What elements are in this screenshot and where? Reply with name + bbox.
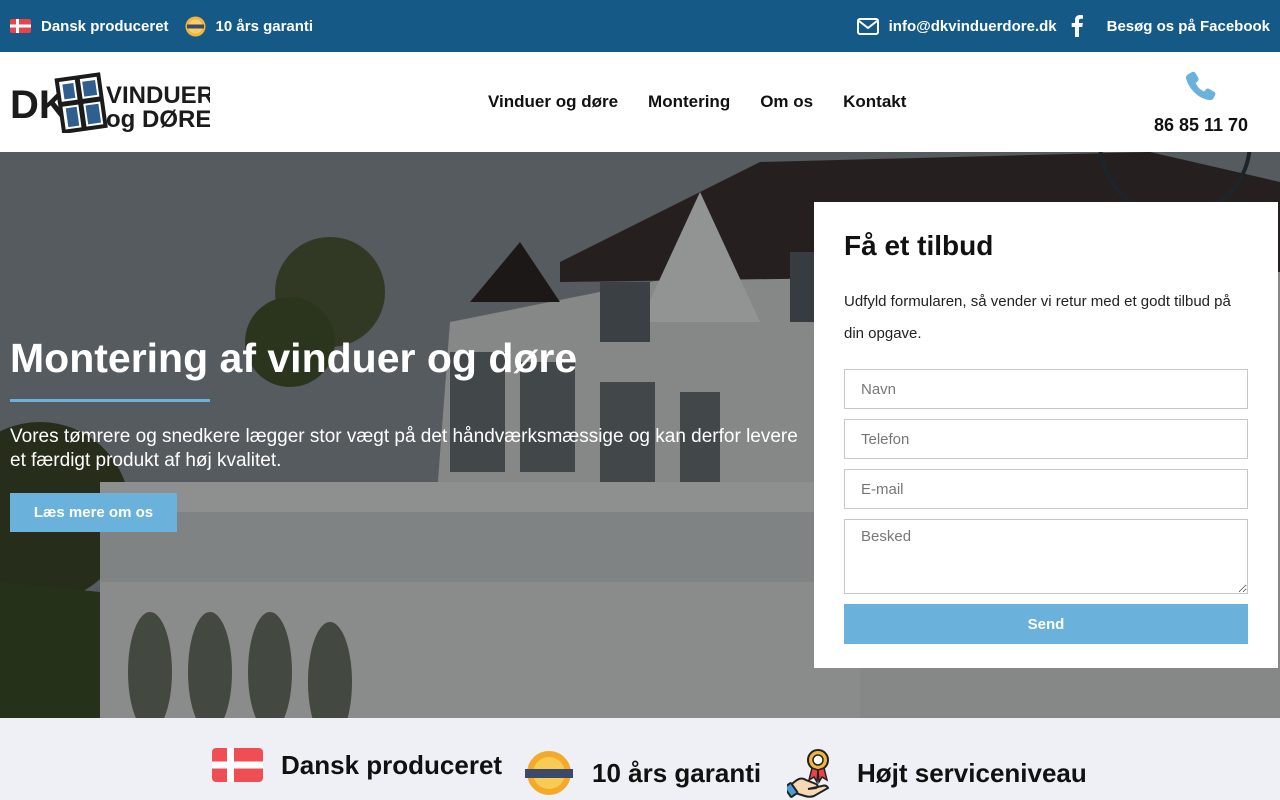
guarantee-badge-icon [525, 751, 573, 795]
about-us-button[interactable]: Læs mere om os [10, 493, 177, 532]
name-input[interactable] [844, 369, 1248, 409]
header-phone-number[interactable]: 86 85 11 70 [1150, 115, 1252, 136]
phone-input[interactable] [844, 419, 1248, 459]
hero-title: Montering af vinduer og døre [10, 335, 578, 381]
feature-danish-label: Dansk produceret [281, 749, 503, 780]
envelope-icon [856, 17, 879, 35]
feature-danish: Dansk produceret [212, 748, 502, 782]
feature-service: Højt serviceniveau [787, 748, 1087, 798]
guarantee-badge-icon [185, 16, 206, 36]
hero-section: Montering af vinduer og døre Vores tømre… [0, 152, 1280, 718]
quote-form-card: Få et tilbud Udfyld formularen, så vende… [814, 202, 1278, 668]
email-input[interactable] [844, 469, 1248, 509]
phone-icon [1185, 71, 1216, 101]
nav-item-kontakt[interactable]: Kontakt [843, 92, 906, 112]
topbar-danish-label: Dansk produceret [41, 17, 169, 35]
feature-warranty: 10 års garanti [524, 750, 761, 796]
top-bar-right: info@dkvinduerdore.dk Besøg os på Facebo… [845, 15, 1270, 37]
message-input[interactable] [844, 519, 1248, 594]
quote-form-description: Udfyld formularen, så vender vi retur me… [844, 293, 1231, 342]
topbar-email[interactable]: info@dkvinduerdore.dk [889, 18, 1057, 35]
header-phone[interactable]: 86 85 11 70 [1150, 70, 1252, 136]
feature-warranty-label: 10 års garanti [592, 757, 762, 788]
logo-dore-text: og DØRE [106, 106, 210, 133]
top-bar-left: Dansk produceret 10 års garanti [10, 16, 313, 37]
hero-divider [10, 399, 210, 402]
main-nav: Vinduer og døre Montering Om os Kontakt [488, 92, 906, 112]
site-logo[interactable]: DK VINDUER og DØRE [10, 71, 214, 135]
nav-item-montering[interactable]: Montering [648, 92, 730, 112]
topbar-danish: Dansk produceret [10, 18, 169, 35]
topbar-warranty: 10 års garanti [185, 16, 314, 37]
hero-description: Vores tømrere og snedkere lægger stor væ… [10, 426, 798, 471]
danish-flag-icon [212, 748, 263, 782]
nav-item-om-os[interactable]: Om os [760, 92, 813, 112]
logo-vinduer-text: VINDUER [106, 82, 210, 109]
topbar-facebook-label[interactable]: Besøg os på Facebook [1107, 18, 1270, 35]
site-header: DK VINDUER og DØRE Vinduer og døre Monte… [0, 52, 1280, 152]
send-button[interactable]: Send [844, 604, 1248, 644]
quote-form-title: Få et tilbud [844, 230, 994, 261]
features-strip: Dansk produceret 10 års garanti Højt ser… [0, 718, 1280, 800]
feature-service-label: Højt serviceniveau [857, 757, 1087, 788]
topbar-facebook-link[interactable]: Besøg os på Facebook [1071, 15, 1270, 37]
window-logo-icon: DK VINDUER og DØRE [10, 72, 214, 135]
facebook-icon [1071, 15, 1083, 37]
nav-item-vinduer-og-dore[interactable]: Vinduer og døre [488, 92, 618, 112]
topbar-email-link[interactable]: info@dkvinduerdore.dk [856, 17, 1057, 35]
danish-flag-icon [10, 19, 31, 33]
award-hand-icon [787, 749, 830, 798]
top-bar: Dansk produceret 10 års garanti info@dkv… [0, 0, 1280, 52]
topbar-warranty-label: 10 års garanti [215, 17, 314, 35]
